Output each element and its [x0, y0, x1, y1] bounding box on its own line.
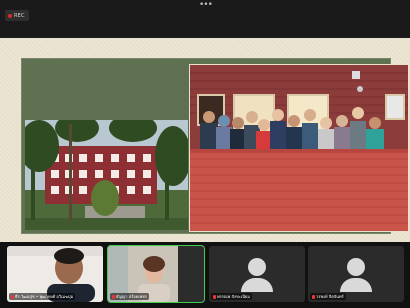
avatar-body-icon — [340, 278, 372, 292]
participant-name: ธีร วัฒนสุข • พุฒาพงศ์ อวิเมฆบุ่ม — [15, 294, 74, 299]
participant-name: ธัญญา สร้อยเพชร — [116, 294, 147, 299]
avatar-icon — [248, 258, 266, 276]
muted-mic-icon — [312, 294, 315, 299]
participant-name-tag: พรรณพ สังขะเนียม — [211, 293, 252, 300]
participant-strip: ธีร วัฒนสุข • พุฒาพงศ์ อวิเมฆบุ่ม ธัญญา … — [0, 242, 410, 308]
participant-name-tag: วรพงษ์ จิตจันทร์ — [310, 293, 346, 300]
recording-label: REC — [14, 12, 25, 19]
building-illustration — [25, 120, 188, 230]
record-dot-icon — [8, 13, 12, 18]
participant-name-tag: ธัญญา สร้อยเพชร — [110, 293, 149, 300]
participant-name: พรรณพ สังขะเนียม — [217, 294, 250, 299]
avatar-icon — [347, 258, 365, 276]
participant-name: วรพงษ์ จิตจันทร์ — [316, 294, 344, 299]
muted-mic-icon — [213, 294, 216, 299]
group-photo — [189, 64, 409, 232]
top-bar: REC ••• — [0, 0, 410, 36]
muted-mic-icon — [11, 294, 14, 299]
participant-name-tag: ธีร วัฒนสุข • พุฒาพงศ์ อวิเมฆบุ่ม — [9, 293, 76, 300]
participant-tile[interactable]: ธีร วัฒนสุข • พุฒาพงศ์ อวิเมฆบุ่ม — [7, 246, 103, 302]
building-photo — [25, 120, 188, 230]
group-illustration — [190, 65, 408, 231]
participant-tile[interactable]: พรรณพ สังขะเนียม — [209, 246, 305, 302]
presentation-slide — [21, 58, 409, 234]
screen-share-area — [0, 38, 410, 242]
recording-indicator: REC — [5, 10, 29, 21]
muted-mic-icon — [112, 294, 115, 299]
avatar-body-icon — [241, 278, 273, 292]
participant-tile-active[interactable]: ธัญญา สร้อยเพชร — [108, 246, 204, 302]
more-dots-icon[interactable]: ••• — [199, 1, 213, 10]
participant-tile[interactable]: วรพงษ์ จิตจันทร์ — [308, 246, 404, 302]
